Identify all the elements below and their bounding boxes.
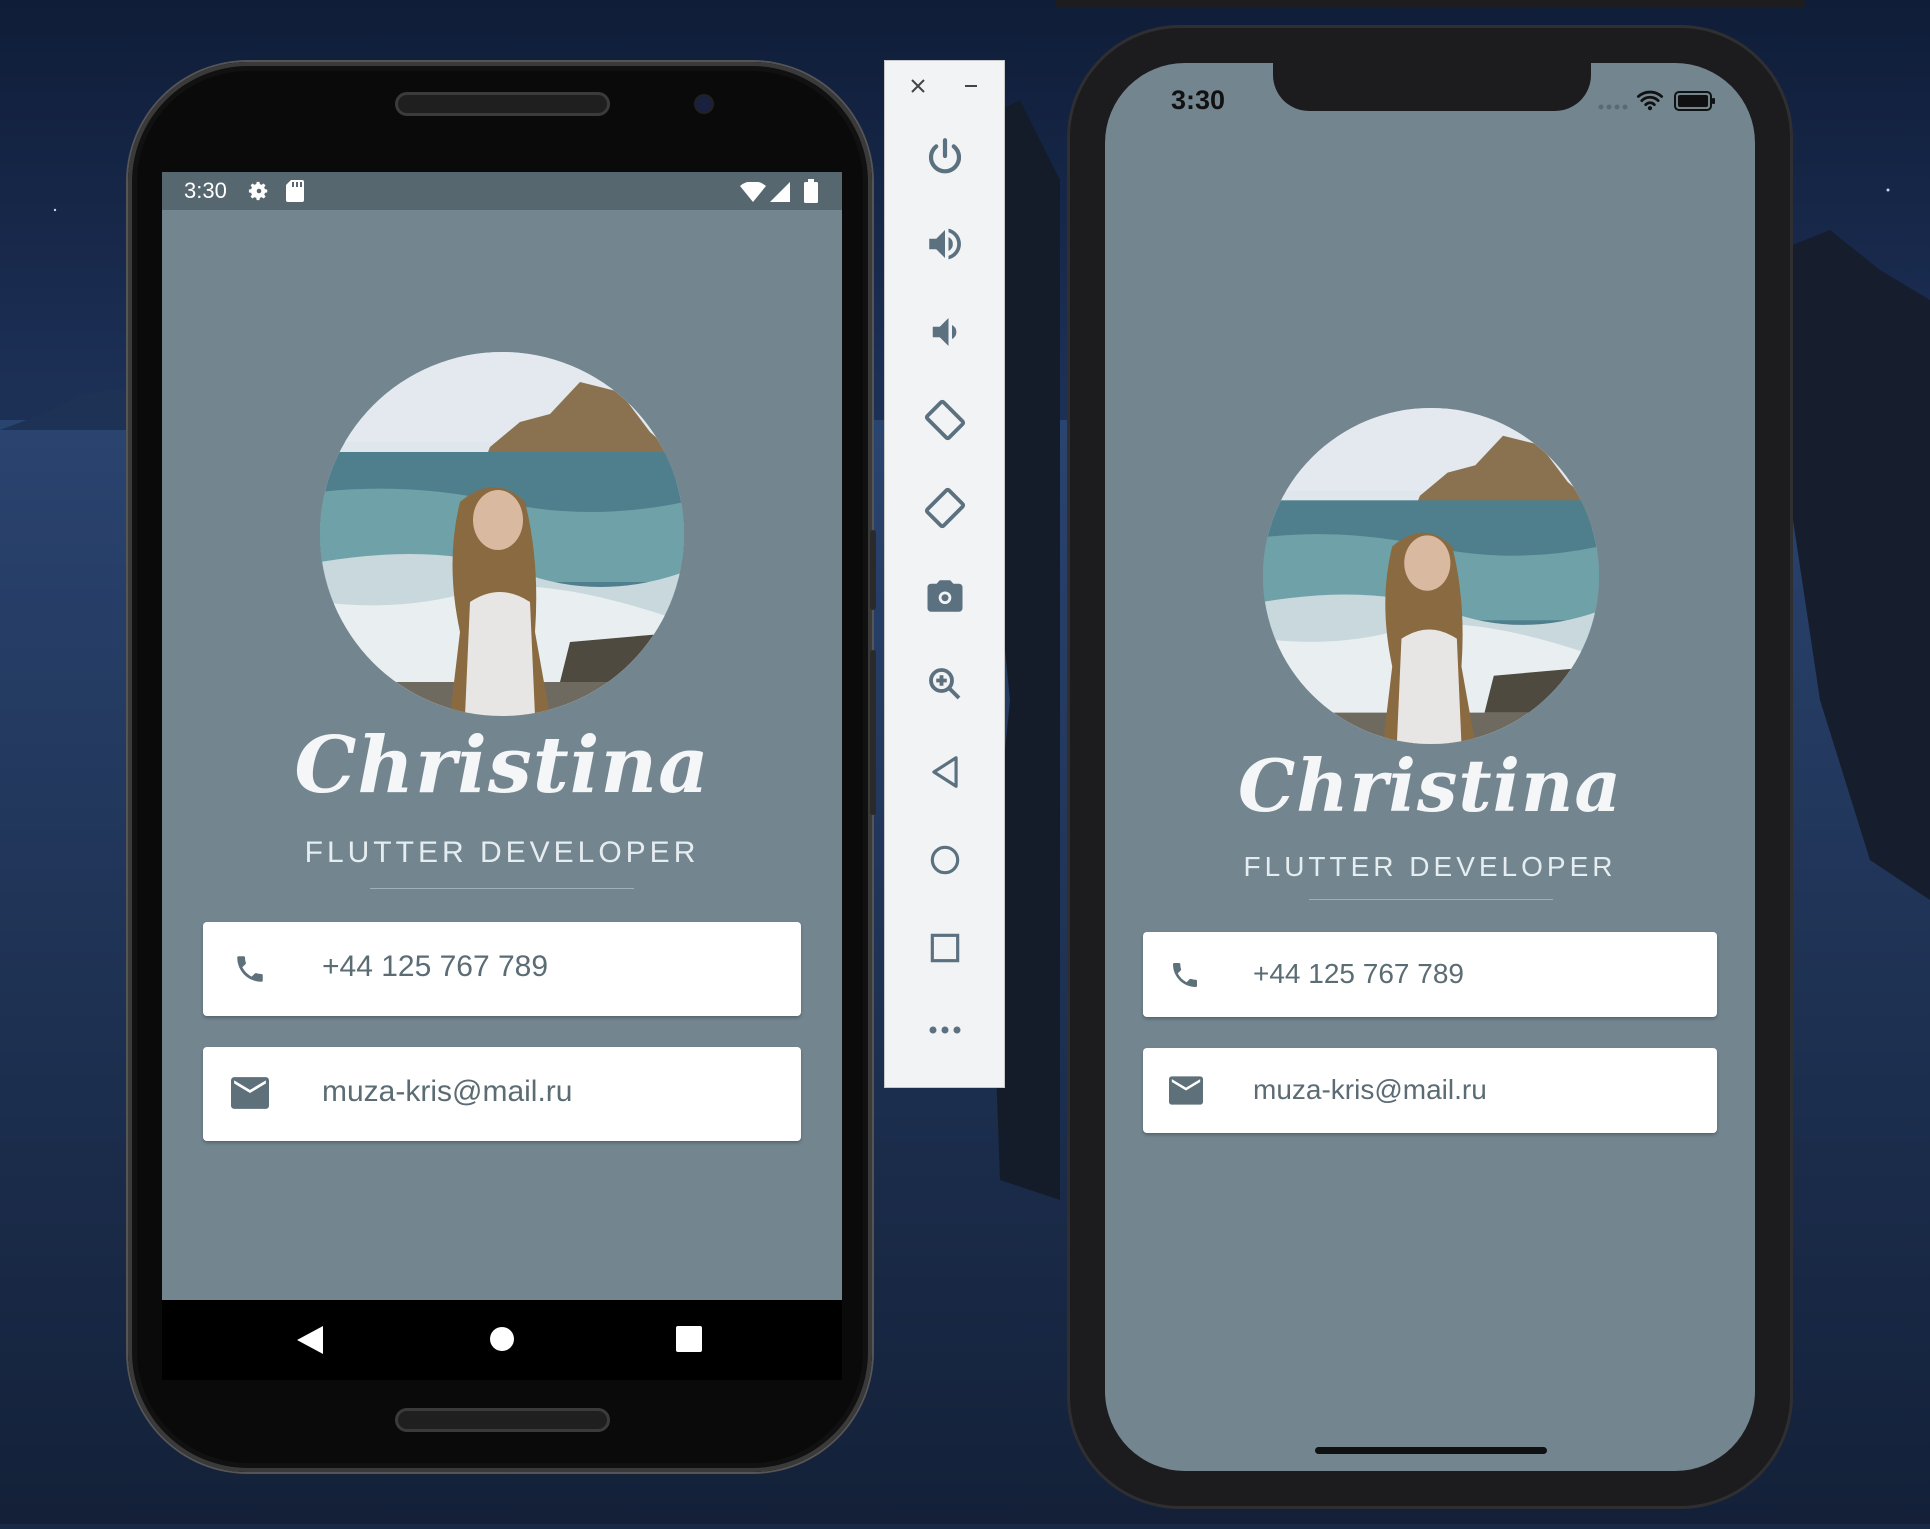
signal-dots-icon <box>1598 104 1628 110</box>
phone-number: +44 125 767 789 <box>1253 958 1464 989</box>
phone-number: +44 125 767 789 <box>322 950 549 983</box>
status-time: 3:30 <box>1171 85 1226 115</box>
volume-up-icon[interactable] <box>924 223 966 265</box>
back-nav-icon[interactable] <box>297 1326 323 1354</box>
mail-icon <box>231 1077 269 1109</box>
volume-down-icon[interactable] <box>924 311 966 353</box>
home-indicator[interactable] <box>1315 1447 1547 1454</box>
profile-avatar <box>320 352 684 716</box>
email-address: muza-kris@mail.ru <box>1253 1074 1487 1105</box>
sd-card-icon <box>286 180 304 202</box>
back-icon[interactable] <box>926 753 964 791</box>
android-volume-button <box>870 650 876 815</box>
phone-card[interactable]: +44 125 767 789 <box>1143 932 1717 1017</box>
zoom-icon[interactable] <box>924 663 966 705</box>
power-icon[interactable] <box>924 135 966 177</box>
overview-icon[interactable] <box>926 929 964 967</box>
settings-icon <box>248 181 268 201</box>
home-nav-icon[interactable] <box>489 1326 515 1352</box>
iphone-notch <box>1273 63 1591 111</box>
battery-icon <box>804 179 818 203</box>
rotate-left-icon[interactable] <box>922 397 968 443</box>
title-divider <box>1309 899 1553 900</box>
recents-nav-icon[interactable] <box>676 1326 702 1352</box>
mail-icon <box>1169 1076 1203 1105</box>
email-address: muza-kris@mail.ru <box>322 1075 573 1108</box>
phone-card[interactable]: +44 125 767 789 <box>203 922 801 1016</box>
profile-avatar <box>1263 408 1599 744</box>
profile-name: Christina <box>294 720 710 811</box>
profile-title: FLUTTER DEVELOPER <box>304 836 700 869</box>
minimize-icon[interactable] <box>962 77 980 95</box>
android-screen: 3:30 Christina FLUTTER DEVELOPER +44 125… <box>162 172 842 1300</box>
status-time: 3:30 <box>184 178 227 203</box>
cell-signal-icon <box>770 182 790 202</box>
email-card[interactable]: muza-kris@mail.ru <box>1143 1048 1717 1133</box>
title-divider <box>370 888 634 889</box>
iphone-screen: 3:30 Christina FLUTTER DEVELOPER +44 125 <box>1105 63 1755 1471</box>
camera-icon[interactable] <box>924 575 966 617</box>
android-power-button <box>870 530 876 610</box>
profile-name: Christina <box>1237 743 1623 828</box>
android-bottom-speaker <box>395 1408 610 1432</box>
battery-icon <box>1674 91 1715 111</box>
emulator-toolbar <box>884 60 1005 1088</box>
android-top-speaker <box>395 92 610 116</box>
home-icon[interactable] <box>926 841 964 879</box>
phone-icon <box>1173 963 1197 987</box>
wifi-icon <box>740 182 766 202</box>
profile-title: FLUTTER DEVELOPER <box>1243 851 1617 882</box>
android-front-camera <box>696 96 712 112</box>
wifi-icon <box>1636 90 1664 111</box>
android-status-bar: 3:30 <box>162 172 842 210</box>
window-edge <box>1055 0 1805 8</box>
rotate-right-icon[interactable] <box>922 485 968 531</box>
android-nav-bar <box>162 1300 842 1380</box>
phone-icon <box>237 956 263 982</box>
more-icon[interactable] <box>926 1021 964 1039</box>
close-icon[interactable] <box>909 77 927 95</box>
email-card[interactable]: muza-kris@mail.ru <box>203 1047 801 1141</box>
